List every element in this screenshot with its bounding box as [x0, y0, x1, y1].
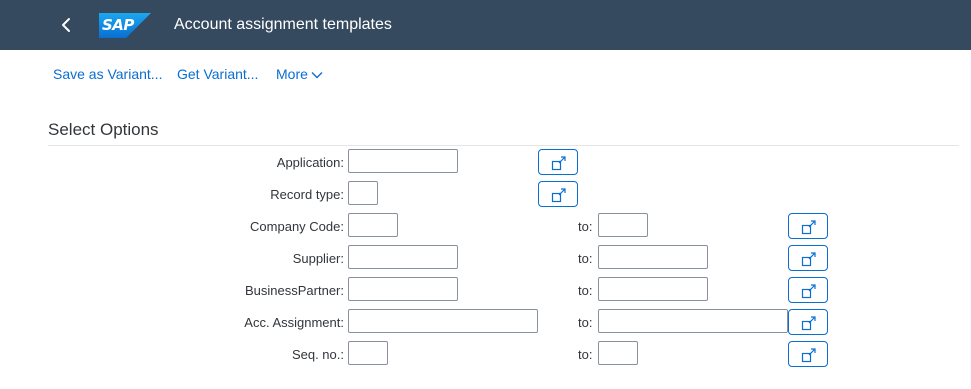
- acc-assignment-from-input[interactable]: [348, 309, 538, 333]
- acc-assignment-multiple-selection-button[interactable]: [788, 309, 828, 335]
- acc-assignment-to-label: to:: [578, 315, 593, 330]
- application-multiple-selection-button[interactable]: [538, 149, 578, 175]
- application-input[interactable]: [348, 149, 458, 173]
- seq-no-to-label: to:: [578, 347, 593, 362]
- multiple-selection-icon: [801, 252, 816, 267]
- multiple-selection-icon: [801, 220, 816, 235]
- multiple-selection-icon: [551, 156, 566, 171]
- back-button[interactable]: [52, 11, 80, 39]
- section-title: Select Options: [48, 120, 159, 139]
- company-code-label: Company Code:: [250, 219, 344, 234]
- multiple-selection-icon: [551, 188, 566, 203]
- logo-text: SAP: [102, 16, 134, 34]
- business-partner-to-label: to:: [578, 283, 593, 298]
- seq-no-to-input[interactable]: [598, 341, 638, 365]
- more-button[interactable]: More: [276, 66, 323, 82]
- seq-no-label: Seq. no.:: [291, 347, 344, 362]
- record-type-input[interactable]: [348, 181, 378, 205]
- multiple-selection-icon: [801, 348, 816, 363]
- seq-no-multiple-selection-button[interactable]: [788, 341, 828, 367]
- acc-assignment-to-input[interactable]: [598, 309, 788, 333]
- business-partner-multiple-selection-button[interactable]: [788, 277, 828, 303]
- chevron-left-icon: [62, 18, 70, 32]
- business-partner-to-input[interactable]: [598, 277, 708, 301]
- section-divider: [48, 145, 959, 146]
- company-code-from-input[interactable]: [348, 213, 398, 237]
- supplier-multiple-selection-button[interactable]: [788, 245, 828, 271]
- record-type-multiple-selection-button[interactable]: [538, 181, 578, 207]
- acc-assignment-label: Acc. Assignment:: [244, 315, 344, 330]
- sap-logo: SAP: [99, 13, 151, 38]
- supplier-from-input[interactable]: [348, 245, 458, 269]
- company-code-to-label: to:: [578, 219, 593, 234]
- seq-no-from-input[interactable]: [348, 341, 388, 365]
- save-as-variant-button[interactable]: Save as Variant...: [53, 66, 162, 82]
- multiple-selection-icon: [801, 284, 816, 299]
- more-label: More: [276, 66, 308, 82]
- application-label: Application:: [276, 155, 344, 170]
- record-type-label: Record type:: [270, 187, 344, 202]
- company-code-to-input[interactable]: [598, 213, 648, 237]
- supplier-to-input[interactable]: [598, 245, 708, 269]
- business-partner-from-input[interactable]: [348, 277, 458, 301]
- business-partner-label: BusinessPartner:: [245, 283, 344, 298]
- company-code-multiple-selection-button[interactable]: [788, 213, 828, 239]
- supplier-to-label: to:: [578, 251, 593, 266]
- app-title: Account assignment templates: [174, 16, 392, 33]
- multiple-selection-icon: [801, 316, 816, 331]
- get-variant-button[interactable]: Get Variant...: [177, 66, 258, 82]
- variant-toolbar: Save as Variant... Get Variant... More: [0, 62, 971, 88]
- supplier-label: Supplier:: [292, 251, 344, 266]
- shell-bar: SAP Account assignment templates: [0, 0, 971, 50]
- chevron-down-icon: [311, 72, 323, 79]
